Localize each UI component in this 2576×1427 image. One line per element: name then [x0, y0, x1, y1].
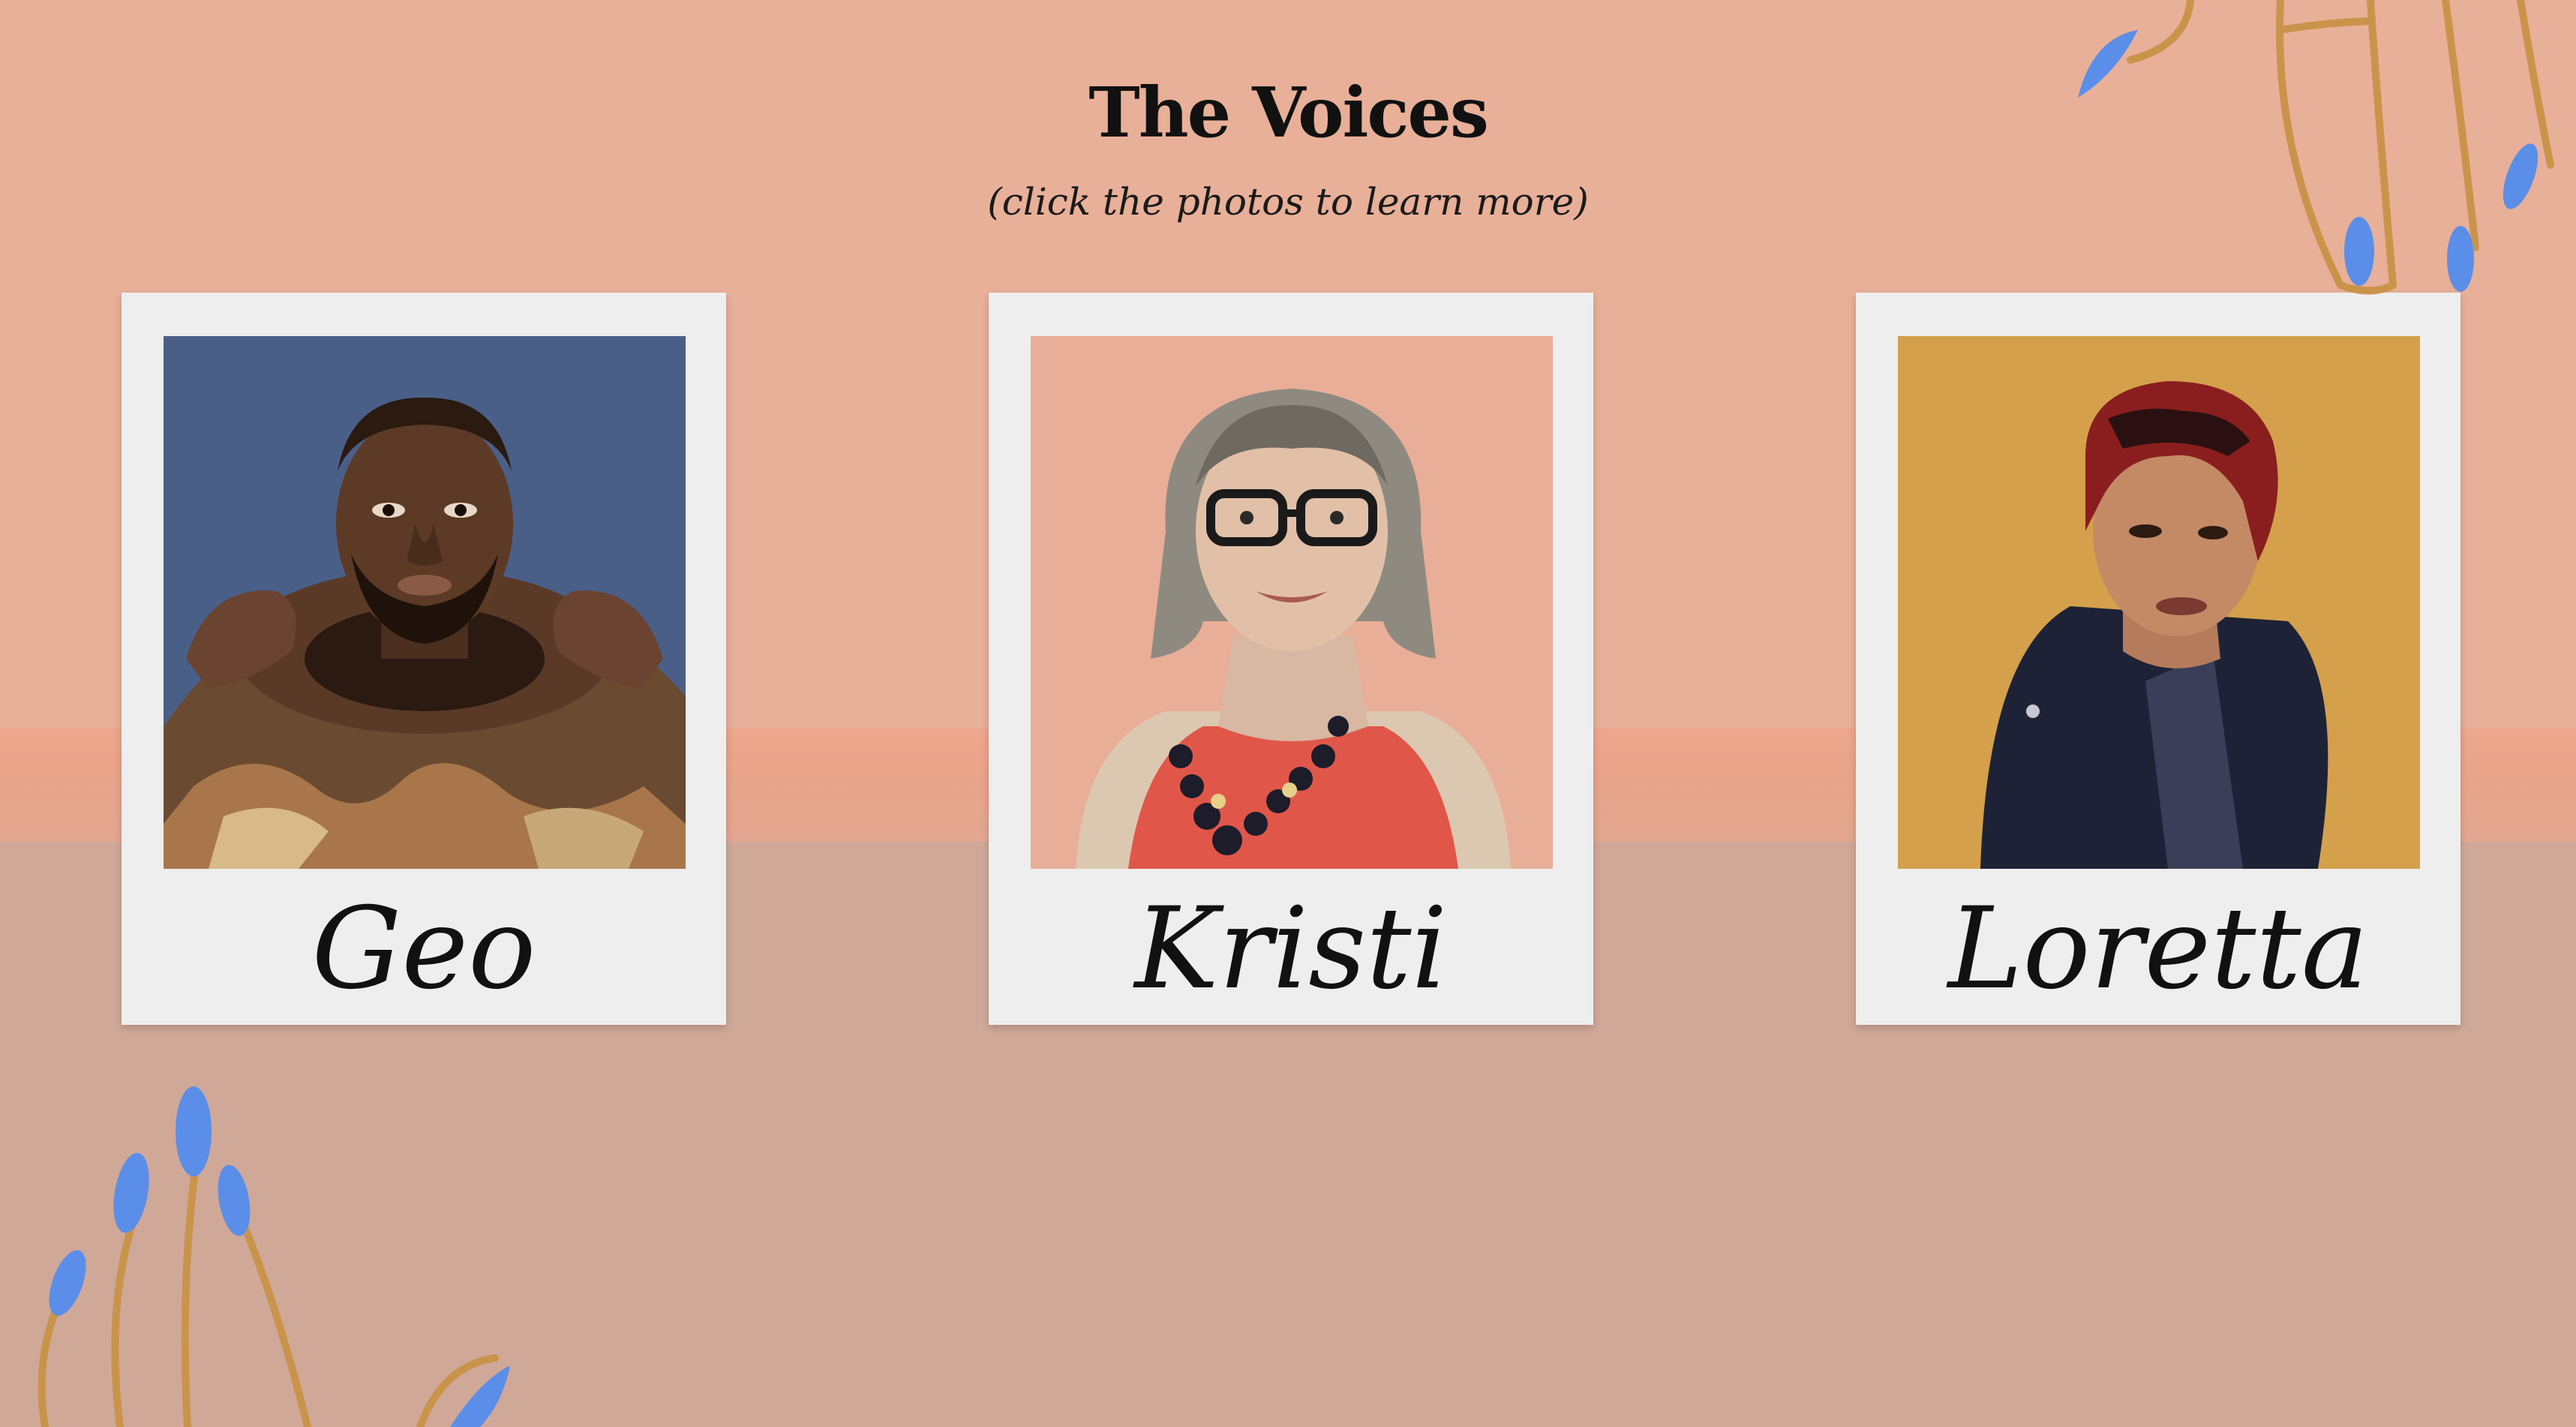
voice-card-geo[interactable]: Geo — [122, 293, 726, 1025]
voice-card-loretta[interactable]: Loretta — [1856, 293, 2460, 1025]
signature-geo: Geo — [311, 884, 536, 1014]
portrait-photo-geo[interactable] — [164, 336, 686, 869]
portrait-photo-loretta[interactable] — [1898, 336, 2420, 869]
portrait-illustration-kristi — [1031, 336, 1553, 869]
signature-loretta: Loretta — [1947, 884, 2369, 1014]
signature-kristi: Kristi — [1134, 884, 1448, 1014]
portrait-photo-kristi[interactable] — [1031, 336, 1553, 869]
portrait-illustration-loretta — [1898, 336, 2420, 869]
hand-illustration-top-right-icon — [2078, 0, 2554, 295]
hand-illustration-bottom-left-icon — [38, 1086, 510, 1427]
voice-card-kristi[interactable]: Kristi — [989, 293, 1593, 1025]
portrait-illustration-geo — [164, 336, 686, 869]
